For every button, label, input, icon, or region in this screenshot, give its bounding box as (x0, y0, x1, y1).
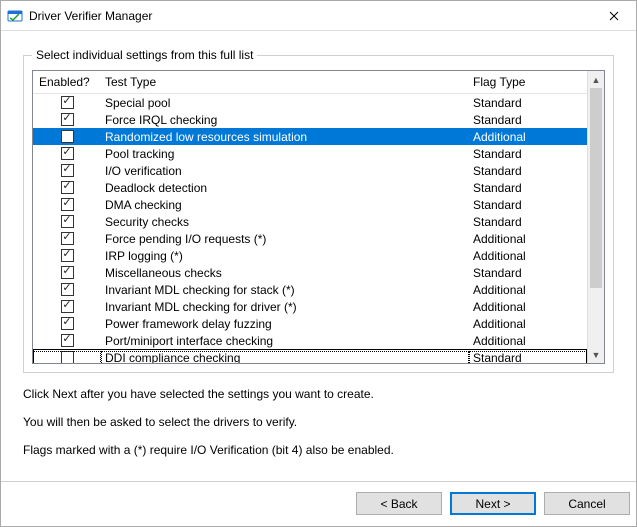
row-checkbox[interactable] (61, 283, 74, 296)
row-test-type: Miscellaneous checks (101, 266, 469, 280)
row-flag-type: Additional (469, 300, 587, 314)
row-checkbox[interactable] (61, 249, 74, 262)
group-label: Select individual settings from this ful… (32, 48, 257, 62)
separator (1, 481, 636, 482)
row-flag-type: Standard (469, 351, 587, 364)
row-test-type: Force IRQL checking (101, 113, 469, 127)
hint-line-1: Click Next after you have selected the s… (23, 387, 614, 401)
row-checkbox[interactable] (61, 96, 74, 109)
row-flag-type: Additional (469, 317, 587, 331)
close-button[interactable] (591, 1, 636, 30)
list-row[interactable]: Pool trackingStandard (33, 145, 587, 162)
list-row[interactable]: Port/miniport interface checkingAddition… (33, 332, 587, 349)
list-row[interactable]: Invariant MDL checking for stack (*)Addi… (33, 281, 587, 298)
row-test-type: Deadlock detection (101, 181, 469, 195)
row-flag-type: Standard (469, 266, 587, 280)
row-checkbox[interactable] (61, 317, 74, 330)
row-test-type: Pool tracking (101, 147, 469, 161)
row-checkbox[interactable] (61, 130, 74, 143)
row-checkbox[interactable] (61, 164, 74, 177)
list-row[interactable]: Invariant MDL checking for driver (*)Add… (33, 298, 587, 315)
row-flag-type: Standard (469, 198, 587, 212)
row-test-type: DDI compliance checking (101, 351, 469, 364)
row-test-type: Security checks (101, 215, 469, 229)
row-flag-type: Standard (469, 164, 587, 178)
column-enabled[interactable]: Enabled? (33, 75, 101, 89)
row-flag-type: Additional (469, 130, 587, 144)
row-checkbox[interactable] (61, 181, 74, 194)
scroll-up-button[interactable]: ▲ (588, 71, 604, 88)
row-flag-type: Additional (469, 334, 587, 348)
row-test-type: DMA checking (101, 198, 469, 212)
row-checkbox[interactable] (61, 113, 74, 126)
list-row[interactable]: Power framework delay fuzzingAdditional (33, 315, 587, 332)
row-flag-type: Additional (469, 249, 587, 263)
row-test-type: I/O verification (101, 164, 469, 178)
row-test-type: Force pending I/O requests (*) (101, 232, 469, 246)
scroll-track[interactable] (588, 88, 604, 346)
row-checkbox[interactable] (61, 300, 74, 313)
row-flag-type: Standard (469, 181, 587, 195)
hint-line-3: Flags marked with a (*) require I/O Veri… (23, 443, 614, 457)
list-row[interactable]: Deadlock detectionStandard (33, 179, 587, 196)
row-test-type: Invariant MDL checking for stack (*) (101, 283, 469, 297)
vertical-scrollbar[interactable]: ▲ ▼ (587, 71, 604, 363)
row-flag-type: Additional (469, 283, 587, 297)
list-row[interactable]: Force pending I/O requests (*)Additional (33, 230, 587, 247)
back-button[interactable]: < Back (356, 492, 442, 515)
client-area: Select individual settings from this ful… (1, 31, 636, 467)
list-row[interactable]: DMA checkingStandard (33, 196, 587, 213)
wizard-buttons: < Back Next > Cancel (1, 492, 636, 521)
row-test-type: Power framework delay fuzzing (101, 317, 469, 331)
window-title: Driver Verifier Manager (29, 9, 591, 23)
settings-list[interactable]: Enabled? Test Type Flag Type Special poo… (32, 70, 605, 364)
row-checkbox[interactable] (61, 232, 74, 245)
list-row[interactable]: I/O verificationStandard (33, 162, 587, 179)
list-header[interactable]: Enabled? Test Type Flag Type (33, 71, 587, 94)
row-test-type: Special pool (101, 96, 469, 110)
hint-text: Click Next after you have selected the s… (23, 387, 614, 457)
row-test-type: Invariant MDL checking for driver (*) (101, 300, 469, 314)
hint-line-2: You will then be asked to select the dri… (23, 415, 614, 429)
scroll-thumb[interactable] (590, 88, 602, 288)
settings-group: Select individual settings from this ful… (23, 55, 614, 373)
row-flag-type: Standard (469, 96, 587, 110)
row-flag-type: Additional (469, 232, 587, 246)
row-flag-type: Standard (469, 215, 587, 229)
row-checkbox[interactable] (61, 351, 74, 363)
app-icon (7, 8, 23, 24)
row-test-type: IRP logging (*) (101, 249, 469, 263)
list-row[interactable]: Force IRQL checkingStandard (33, 111, 587, 128)
list-row[interactable]: Special poolStandard (33, 94, 587, 111)
column-test-type[interactable]: Test Type (101, 75, 469, 89)
row-flag-type: Standard (469, 113, 587, 127)
list-row[interactable]: IRP logging (*)Additional (33, 247, 587, 264)
next-button[interactable]: Next > (450, 492, 536, 515)
row-checkbox[interactable] (61, 215, 74, 228)
cancel-button[interactable]: Cancel (544, 492, 630, 515)
row-checkbox[interactable] (61, 334, 74, 347)
row-checkbox[interactable] (61, 266, 74, 279)
list-row[interactable]: Miscellaneous checksStandard (33, 264, 587, 281)
row-test-type: Randomized low resources simulation (101, 130, 469, 144)
row-test-type: Port/miniport interface checking (101, 334, 469, 348)
list-row[interactable]: Security checksStandard (33, 213, 587, 230)
row-flag-type: Standard (469, 147, 587, 161)
scroll-down-button[interactable]: ▼ (588, 346, 604, 363)
row-checkbox[interactable] (61, 147, 74, 160)
titlebar: Driver Verifier Manager (1, 1, 636, 31)
list-row[interactable]: Randomized low resources simulationAddit… (33, 128, 587, 145)
row-checkbox[interactable] (61, 198, 74, 211)
list-row[interactable]: DDI compliance checkingStandard (33, 349, 587, 363)
column-flag-type[interactable]: Flag Type (469, 75, 587, 89)
